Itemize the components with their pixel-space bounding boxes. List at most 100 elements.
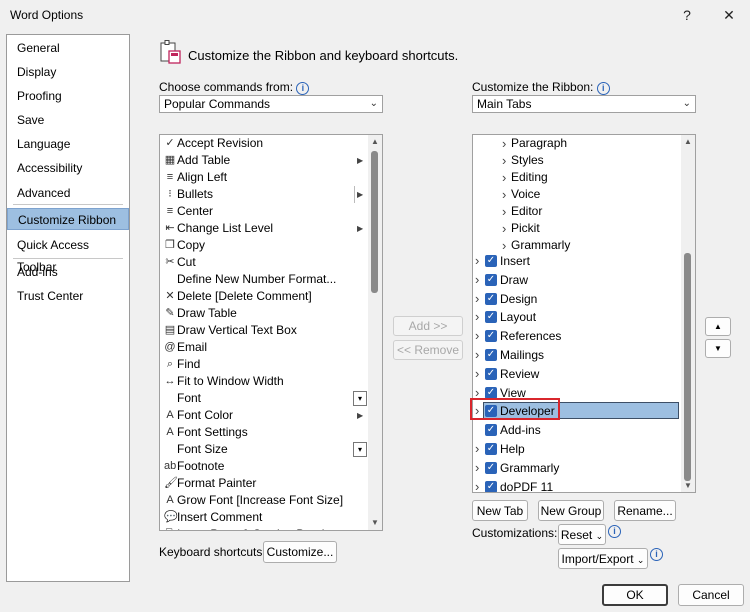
add-button[interactable]: Add >> — [393, 316, 463, 336]
ok-button[interactable]: OK — [602, 584, 668, 606]
ribbon-tab-item[interactable]: › ✓ Mailings — [473, 346, 681, 364]
expand-chevron-icon[interactable]: › — [502, 203, 506, 220]
command-list-item[interactable]: A Grow Font [Increase Font Size] — [160, 492, 370, 509]
checkbox[interactable]: ✓ — [485, 480, 497, 492]
move-up-button[interactable]: ▲ — [705, 317, 731, 336]
command-list-item[interactable]: Define New Number Format... — [160, 271, 370, 288]
ribbon-group-item[interactable]: › Paragraph — [473, 135, 681, 152]
help-button[interactable]: ? — [674, 4, 700, 26]
ribbon-tab-item[interactable]: › ✓ Grammarly — [473, 459, 681, 477]
checkbox[interactable]: ✓ — [485, 367, 497, 380]
command-list-item[interactable]: 🖌 Format Painter — [160, 475, 370, 492]
expand-chevron-icon[interactable]: › — [502, 135, 506, 152]
expand-chevron-icon[interactable]: › — [502, 169, 506, 186]
nav-item-trust-center[interactable]: Trust Center — [7, 285, 129, 307]
expand-chevron-icon[interactable]: › — [502, 152, 506, 169]
command-list-item[interactable]: ✕ Delete [Delete Comment] — [160, 288, 370, 305]
customize-ribbon-dropdown[interactable]: Main Tabs ⌄ — [472, 95, 696, 113]
expand-chevron-icon[interactable]: › — [475, 290, 479, 308]
command-list-item[interactable]: 💬 Insert Comment — [160, 509, 370, 526]
command-list-item[interactable]: ✓ Accept Revision — [160, 135, 370, 152]
checkbox[interactable]: ✓ — [485, 292, 497, 305]
ribbon-group-item[interactable]: › Pickit — [473, 220, 681, 237]
command-list-item[interactable]: Font ▾ — [160, 390, 370, 407]
cancel-button[interactable]: Cancel — [678, 584, 744, 606]
ribbon-scrollbar[interactable]: ▲ ▼ — [681, 135, 695, 492]
expand-chevron-icon[interactable]: › — [502, 186, 506, 203]
move-down-button[interactable]: ▼ — [705, 339, 731, 358]
expand-chevron-icon[interactable]: › — [475, 271, 479, 289]
nav-item-quick-access-toolbar[interactable]: Quick Access Toolbar — [7, 234, 129, 274]
checkbox[interactable]: ✓ — [485, 273, 497, 286]
command-list-item[interactable]: ↔ Fit to Window Width — [160, 373, 370, 390]
checkbox[interactable]: ✓ — [485, 255, 497, 267]
checkbox[interactable]: ✓ — [485, 424, 497, 437]
ribbon-tab-item[interactable]: › ✓ Draw — [473, 271, 681, 289]
expand-chevron-icon[interactable]: › — [475, 440, 479, 458]
nav-item-general[interactable]: General — [7, 37, 129, 59]
info-icon[interactable]: i — [650, 546, 663, 561]
expand-chevron-icon[interactable]: › — [475, 346, 479, 364]
new-group-button[interactable]: New Group — [538, 500, 604, 521]
expand-chevron-icon[interactable]: › — [475, 308, 479, 326]
expand-chevron-icon[interactable]: › — [475, 478, 479, 492]
command-list-item[interactable]: A Font Settings — [160, 424, 370, 441]
rename-button[interactable]: Rename... — [614, 500, 676, 521]
command-list-item[interactable]: ab Footnote — [160, 458, 370, 475]
nav-item-advanced[interactable]: Advanced — [7, 182, 129, 204]
ribbon-tab-item[interactable]: › ✓ Insert — [473, 252, 681, 270]
command-list-item[interactable]: ✂ Cut — [160, 254, 370, 271]
reset-dropdown-button[interactable]: Reset ⌄ — [558, 524, 606, 545]
command-list-item[interactable]: @ Email — [160, 339, 370, 356]
expand-chevron-icon[interactable]: › — [475, 252, 479, 270]
checkbox[interactable]: ✓ — [485, 386, 497, 399]
scroll-up-icon[interactable]: ▲ — [368, 136, 382, 148]
command-list-item[interactable]: ⇤ Change List Level ▶ — [160, 220, 370, 237]
import-export-dropdown-button[interactable]: Import/Export ⌄ — [558, 548, 648, 569]
nav-item-accessibility[interactable]: Accessibility — [7, 157, 129, 179]
nav-item-proofing[interactable]: Proofing — [7, 85, 129, 107]
command-list-item[interactable]: ❐ Copy — [160, 237, 370, 254]
scroll-down-icon[interactable]: ▼ — [681, 480, 695, 492]
ribbon-tab-item[interactable]: › ✓ Review — [473, 365, 681, 383]
info-icon[interactable]: i — [608, 523, 621, 538]
ribbon-group-item[interactable]: › Voice — [473, 186, 681, 203]
commands-scrollbar[interactable]: ▲ ▼ — [368, 135, 382, 530]
command-list-item[interactable]: ▤ Draw Vertical Text Box — [160, 322, 370, 339]
checkbox[interactable]: ✓ — [485, 330, 497, 343]
scroll-up-icon[interactable]: ▲ — [681, 136, 695, 148]
ribbon-group-item[interactable]: › Editing — [473, 169, 681, 186]
command-list-item[interactable]: ✎ Draw Table — [160, 305, 370, 322]
nav-item-language[interactable]: Language — [7, 133, 129, 155]
commands-list[interactable]: ✓ Accept Revision ▦ Add Table ▶ ≡ Align Left ⁝ B… — [159, 134, 383, 531]
expand-chevron-icon[interactable]: › — [475, 365, 479, 383]
customize-shortcuts-button[interactable]: Customize... — [263, 541, 337, 563]
ribbon-tab-item[interactable]: ✓ Add-ins — [473, 421, 681, 439]
nav-item-display[interactable]: Display — [7, 61, 129, 83]
remove-button[interactable]: << Remove — [393, 340, 463, 360]
expand-chevron-icon[interactable]: › — [475, 327, 479, 345]
scroll-thumb[interactable] — [371, 151, 378, 293]
command-list-item[interactable]: ⁝ Bullets ▶ — [160, 186, 370, 203]
checkbox[interactable]: ✓ — [485, 349, 497, 361]
scroll-thumb[interactable] — [684, 253, 691, 481]
command-list-item[interactable]: ≡ Center — [160, 203, 370, 220]
scroll-down-icon[interactable]: ▼ — [368, 517, 382, 529]
info-icon[interactable]: i — [596, 82, 610, 95]
command-list-item[interactable]: ⌕ Find — [160, 356, 370, 373]
ribbon-tab-item[interactable]: › ✓ Help — [473, 440, 681, 458]
info-icon[interactable]: i — [296, 82, 310, 95]
nav-item-save[interactable]: Save — [7, 109, 129, 131]
command-list-item[interactable]: ▦ Add Table ▶ — [160, 152, 370, 169]
ribbon-group-item[interactable]: › Editor — [473, 203, 681, 220]
checkbox[interactable]: ✓ — [485, 461, 497, 474]
command-list-item[interactable]: A Font Color ▶ — [160, 407, 370, 424]
new-tab-button[interactable]: New Tab — [472, 500, 528, 521]
ribbon-tree[interactable]: › Paragraph › Styles › Editing › Voice › Editor › P… — [472, 134, 696, 493]
command-list-item[interactable]: Font Size ▾ — [160, 441, 370, 458]
command-list-item[interactable]: ⎘Insert Page & Section Breaks — [160, 526, 370, 530]
command-list-item[interactable]: ≡ Align Left — [160, 169, 370, 186]
ribbon-tab-item[interactable]: › ✓ References — [473, 327, 681, 345]
nav-item-add-ins[interactable]: Add-ins — [7, 261, 129, 283]
checkbox[interactable]: ✓ — [485, 443, 497, 455]
